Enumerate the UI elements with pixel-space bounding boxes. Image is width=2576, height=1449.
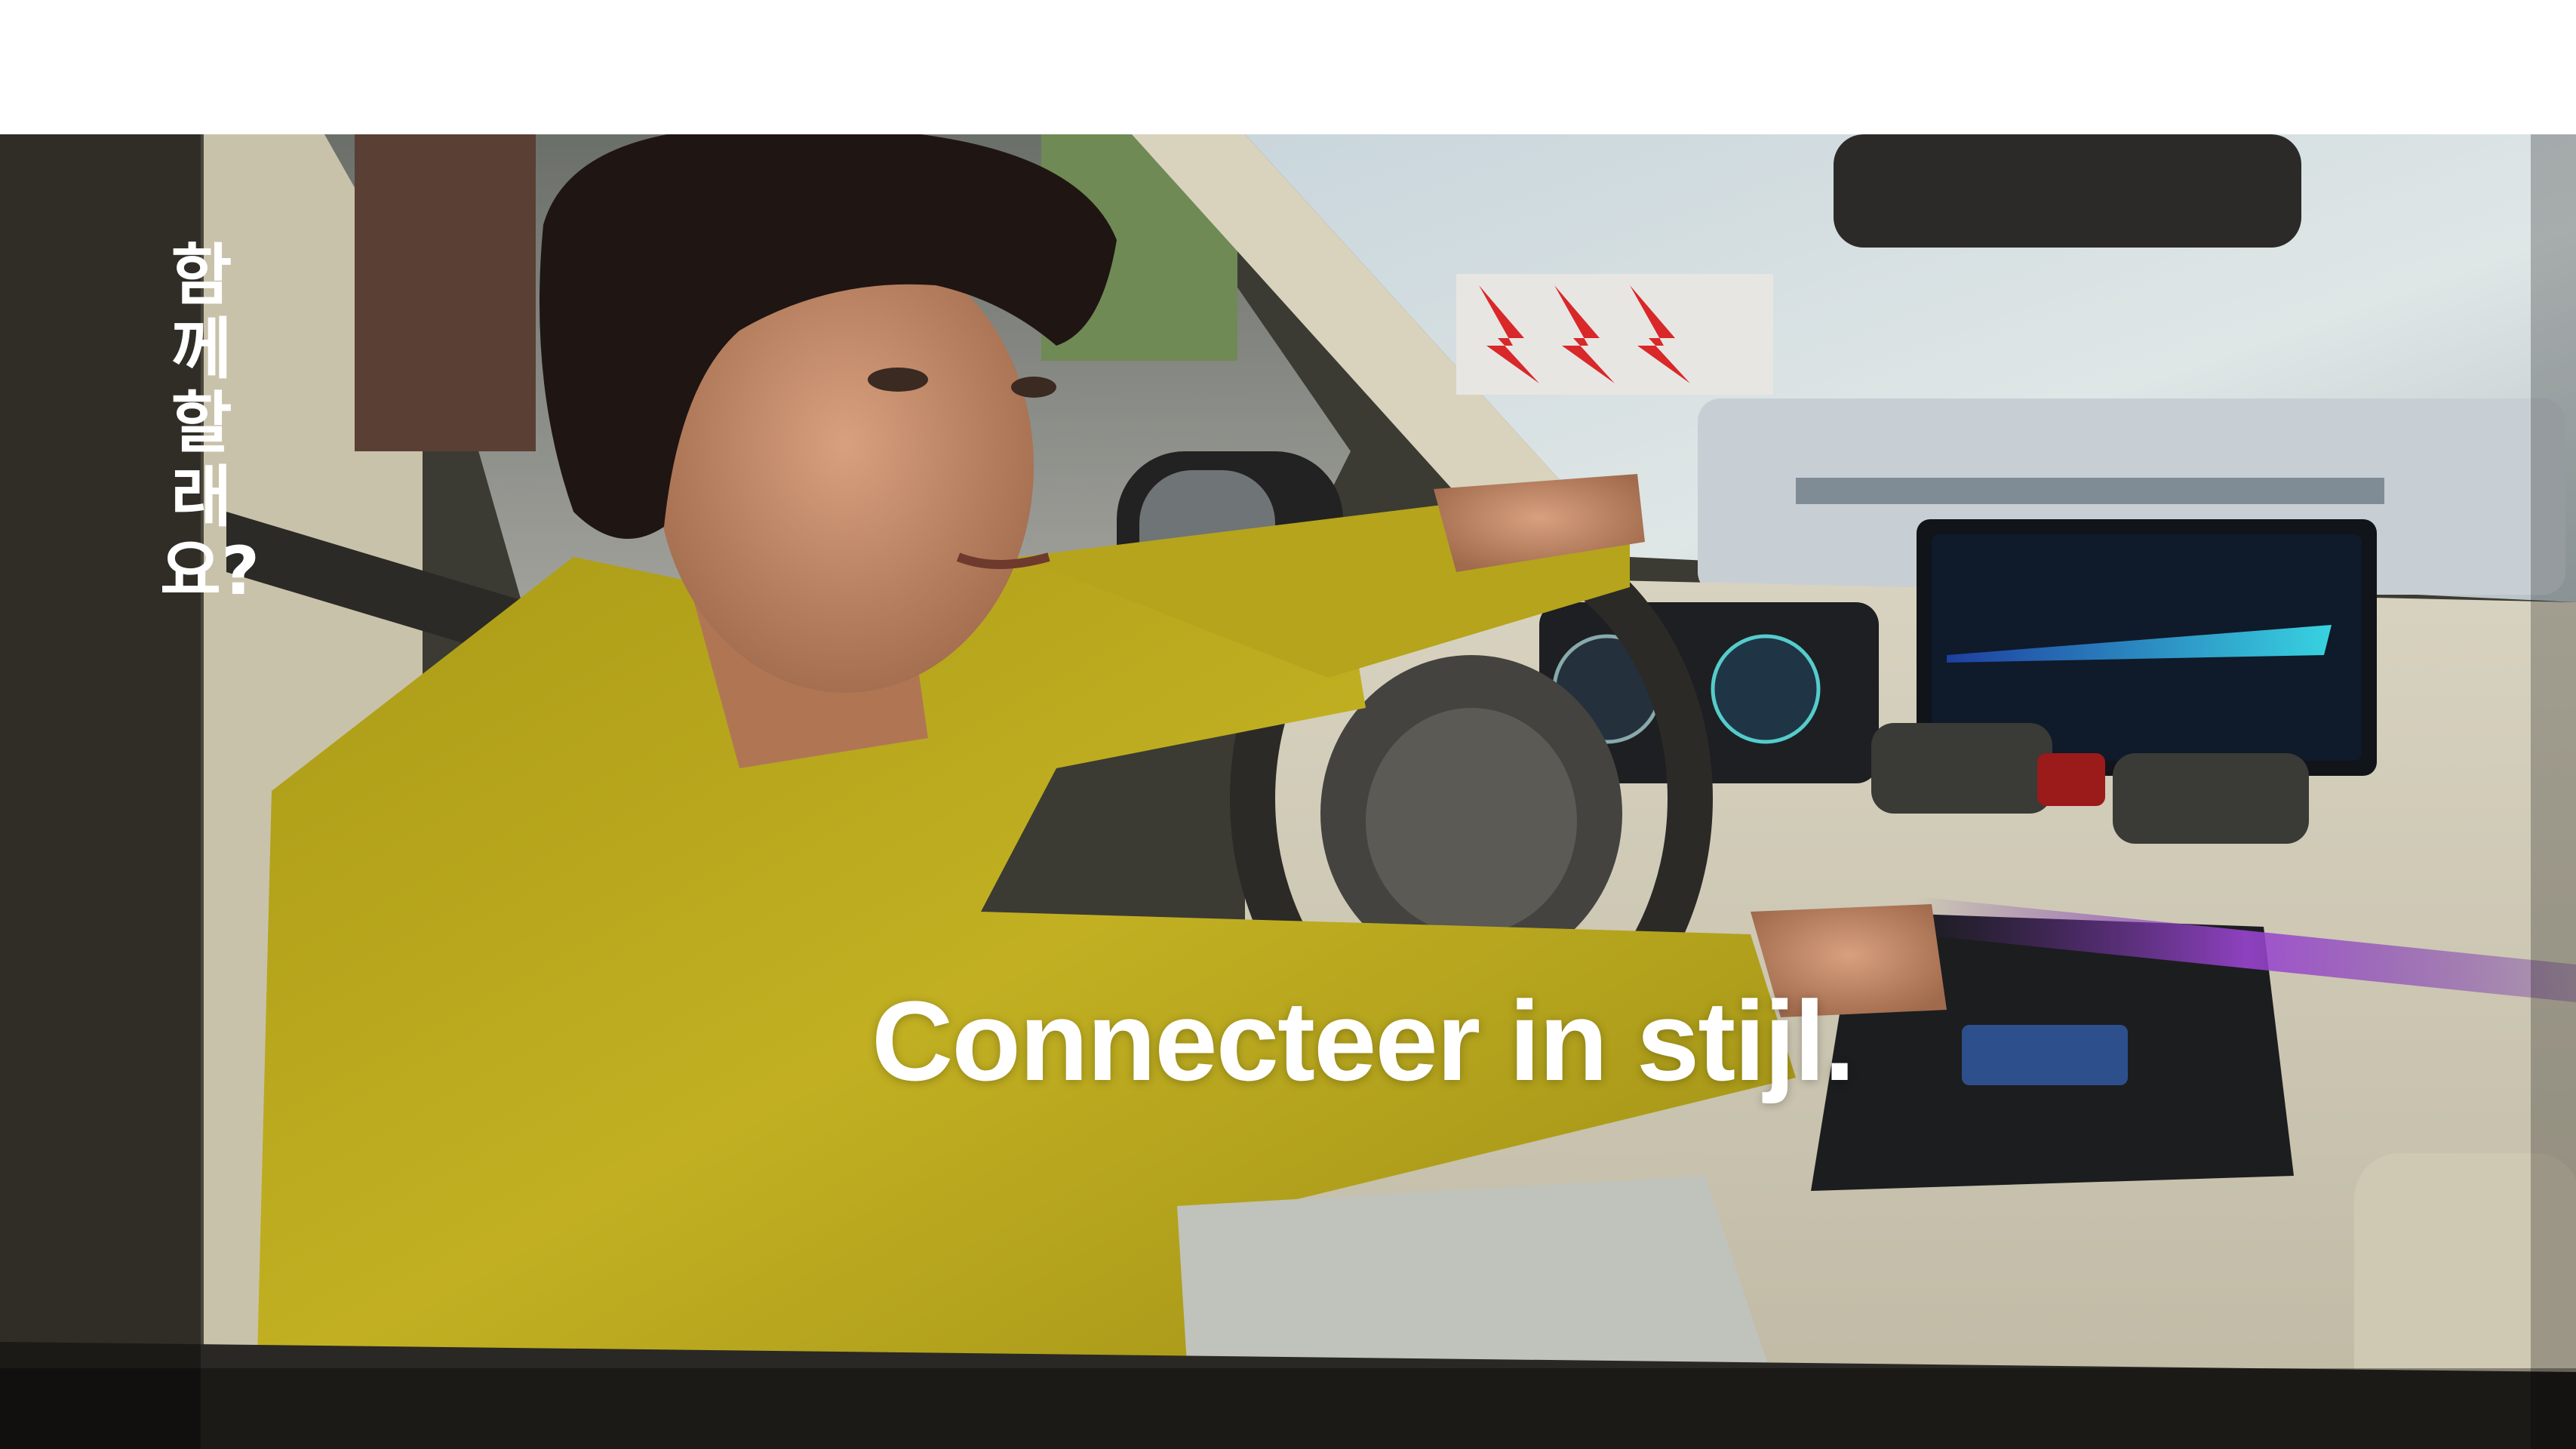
korean-tagline: 함께할래요? <box>160 236 260 610</box>
hero-headline: Connecteer in stijl. <box>871 977 1855 1104</box>
page: 함께할래요? Connecteer in stijl. <box>0 0 2576 1449</box>
hero-banner: 함께할래요? Connecteer in stijl. <box>0 134 2576 1449</box>
top-bar <box>0 0 2576 134</box>
hero-image <box>0 134 2576 1449</box>
